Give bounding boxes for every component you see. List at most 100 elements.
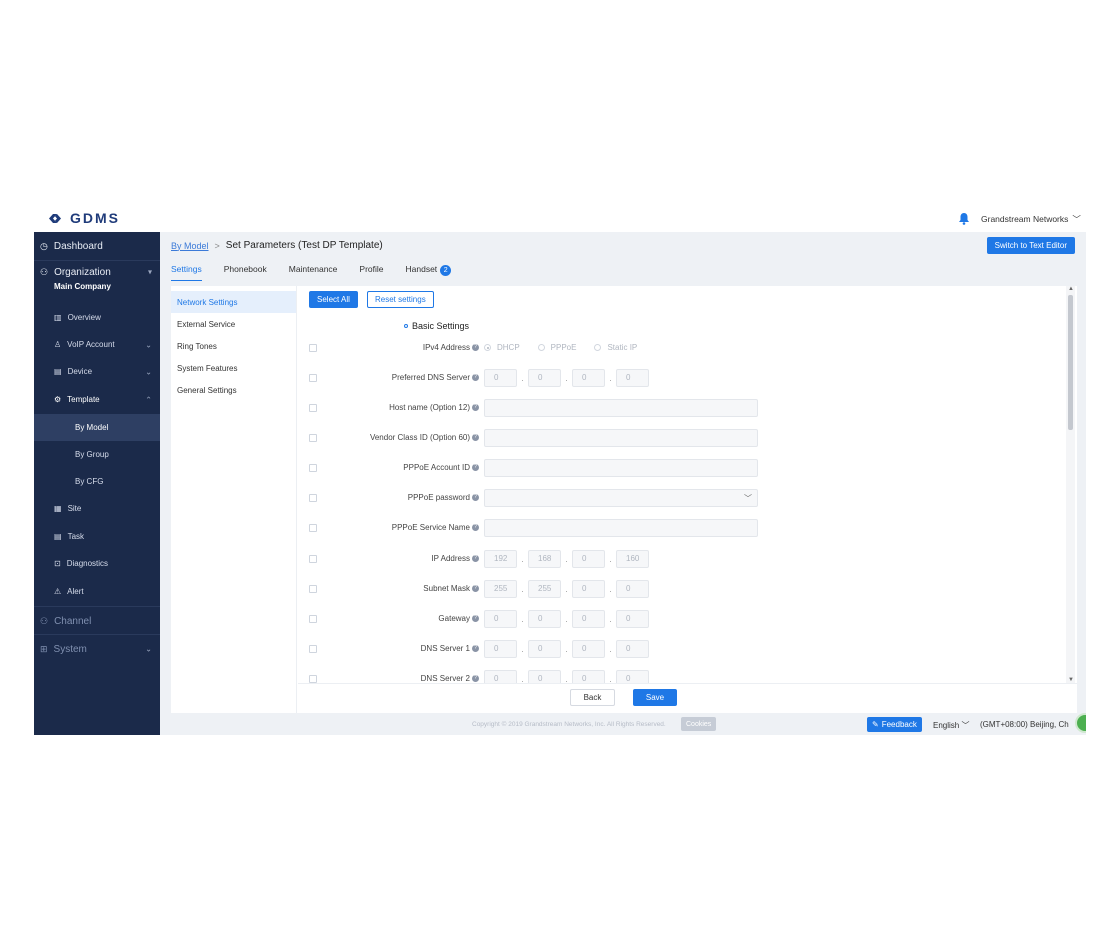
row-checkbox[interactable] (309, 374, 317, 382)
help-icon[interactable]: ? (472, 524, 479, 531)
ip-octet-input[interactable]: 168 (528, 550, 561, 568)
timezone-selector[interactable]: (GMT+08:00) Beijing, Ch (980, 720, 1080, 729)
ip-octet-input[interactable]: 0 (572, 550, 605, 568)
ip-octet-input[interactable]: 0 (616, 369, 649, 387)
cookies-button[interactable]: Cookies (681, 717, 717, 731)
ip-octet-input[interactable]: 0 (484, 610, 517, 628)
vendor-class-input[interactable] (484, 429, 758, 447)
row-checkbox[interactable] (309, 344, 317, 352)
nav-diagnostics[interactable]: ⊡ Diagnostics (34, 550, 160, 577)
ip-octet-input[interactable]: 0 (616, 670, 649, 683)
radio-static-ip[interactable]: Static IP (594, 343, 637, 352)
radio-pppoe[interactable]: PPPoE (537, 343, 576, 352)
nav-by-cfg[interactable]: By CFG (34, 468, 160, 495)
nav-overview[interactable]: ▥ Overview (34, 304, 160, 331)
help-icon[interactable]: ? (472, 464, 479, 471)
ip-octet-input[interactable]: 0 (484, 640, 517, 658)
tab-profile[interactable]: Profile (359, 264, 383, 281)
nav-task[interactable]: ▤ Task (34, 523, 160, 550)
help-icon[interactable]: ? (472, 374, 479, 381)
tab-maintenance[interactable]: Maintenance (289, 264, 338, 281)
row-checkbox[interactable] (309, 675, 317, 683)
pppoe-password-input[interactable]: ﹀ (484, 489, 758, 507)
nav-template[interactable]: ⚙ Template ⌃ (34, 386, 160, 413)
ip-octet-input[interactable]: 0 (572, 580, 605, 598)
help-icon[interactable]: ? (472, 585, 479, 592)
ip-octet-input[interactable]: 192 (484, 550, 517, 568)
help-icon[interactable]: ? (472, 675, 479, 682)
vertical-scrollbar[interactable]: ▲ ▼ (1066, 286, 1075, 683)
nav-voip-account[interactable]: ♙ VoIP Account ⌄ (34, 331, 160, 358)
language-selector[interactable]: English ﹀ (933, 720, 969, 731)
nav-device-label: Device (67, 367, 93, 376)
gdms-logo[interactable]: GDMS (46, 210, 120, 226)
subnav-system-features[interactable]: System Features (171, 357, 296, 379)
ip-octet-input[interactable]: 0 (528, 640, 561, 658)
ip-octet-input[interactable]: 0 (572, 670, 605, 683)
row-checkbox[interactable] (309, 585, 317, 593)
row-checkbox[interactable] (309, 494, 317, 502)
ip-dot: . (521, 554, 524, 564)
help-icon[interactable]: ? (472, 615, 479, 622)
ip-octet-input[interactable]: 0 (572, 640, 605, 658)
back-button[interactable]: Back (570, 689, 615, 706)
switch-to-text-editor-button[interactable]: Switch to Text Editor (986, 237, 1075, 254)
nav-by-model[interactable]: By Model (34, 414, 160, 441)
nav-device[interactable]: ▤ Device ⌄ (34, 358, 160, 385)
nav-site[interactable]: ▦ Site (34, 495, 160, 522)
row-checkbox[interactable] (309, 524, 317, 532)
ip-octet-input[interactable]: 0 (616, 580, 649, 598)
breadcrumb-link[interactable]: By Model (171, 241, 209, 251)
scroll-up-icon[interactable]: ▲ (1068, 286, 1074, 292)
scrollbar-thumb[interactable] (1068, 295, 1073, 430)
row-checkbox[interactable] (309, 645, 317, 653)
subnav-external-service[interactable]: External Service (171, 313, 296, 335)
row-checkbox[interactable] (309, 434, 317, 442)
help-icon[interactable]: ? (472, 555, 479, 562)
help-icon[interactable]: ? (472, 645, 479, 652)
host-name-input[interactable] (484, 399, 758, 417)
save-button[interactable]: Save (633, 689, 677, 706)
subnav-ring-tones[interactable]: Ring Tones (171, 335, 296, 357)
help-icon[interactable]: ? (472, 434, 479, 441)
ip-octet-input[interactable]: 0 (616, 610, 649, 628)
nav-by-group[interactable]: By Group (34, 441, 160, 468)
row-checkbox[interactable] (309, 404, 317, 412)
nav-channel[interactable]: ⚇ Channel (34, 607, 160, 635)
ip-octet-input[interactable]: 0 (528, 369, 561, 387)
ip-octet-input[interactable]: 255 (528, 580, 561, 598)
subnav-general-settings[interactable]: General Settings (171, 379, 296, 401)
ip-octet-input[interactable]: 0 (572, 369, 605, 387)
pppoe-account-input[interactable] (484, 459, 758, 477)
eye-toggle-icon[interactable]: ﹀ (744, 493, 752, 504)
ip-octet-input[interactable]: 160 (616, 550, 649, 568)
reset-settings-button[interactable]: Reset settings (367, 291, 434, 308)
org-switcher[interactable]: Grandstream Networks ﹀ (981, 213, 1081, 225)
row-checkbox[interactable] (309, 615, 317, 623)
ip-octet-input[interactable]: 0 (528, 610, 561, 628)
nav-alert[interactable]: ⚠ Alert (34, 578, 160, 605)
subnav-network-settings[interactable]: Network Settings (171, 291, 296, 313)
radio-dhcp[interactable]: DHCP (484, 343, 520, 352)
row-checkbox[interactable] (309, 464, 317, 472)
ip-octet-input[interactable]: 0 (484, 369, 517, 387)
help-icon[interactable]: ? (472, 494, 479, 501)
tab-settings[interactable]: Settings (171, 264, 202, 281)
ip-octet-input[interactable]: 0 (572, 610, 605, 628)
feedback-button[interactable]: ✎ Feedback (867, 717, 922, 732)
company-name[interactable]: Main Company (34, 277, 160, 295)
ip-octet-input[interactable]: 0 (528, 670, 561, 683)
nav-system[interactable]: ⊞ System ⌄ (34, 635, 160, 663)
tab-phonebook[interactable]: Phonebook (224, 264, 267, 281)
bell-icon[interactable] (958, 212, 970, 225)
ip-octet-input[interactable]: 0 (484, 670, 517, 683)
nav-dashboard[interactable]: ◷ Dashboard (34, 232, 160, 260)
ip-octet-input[interactable]: 0 (616, 640, 649, 658)
pppoe-service-input[interactable] (484, 519, 758, 537)
help-icon[interactable]: ? (472, 344, 479, 351)
select-all-button[interactable]: Select All (309, 291, 358, 308)
help-icon[interactable]: ? (472, 404, 479, 411)
tab-handset[interactable]: Handset 2 (406, 264, 452, 281)
ip-octet-input[interactable]: 255 (484, 580, 517, 598)
row-checkbox[interactable] (309, 555, 317, 563)
